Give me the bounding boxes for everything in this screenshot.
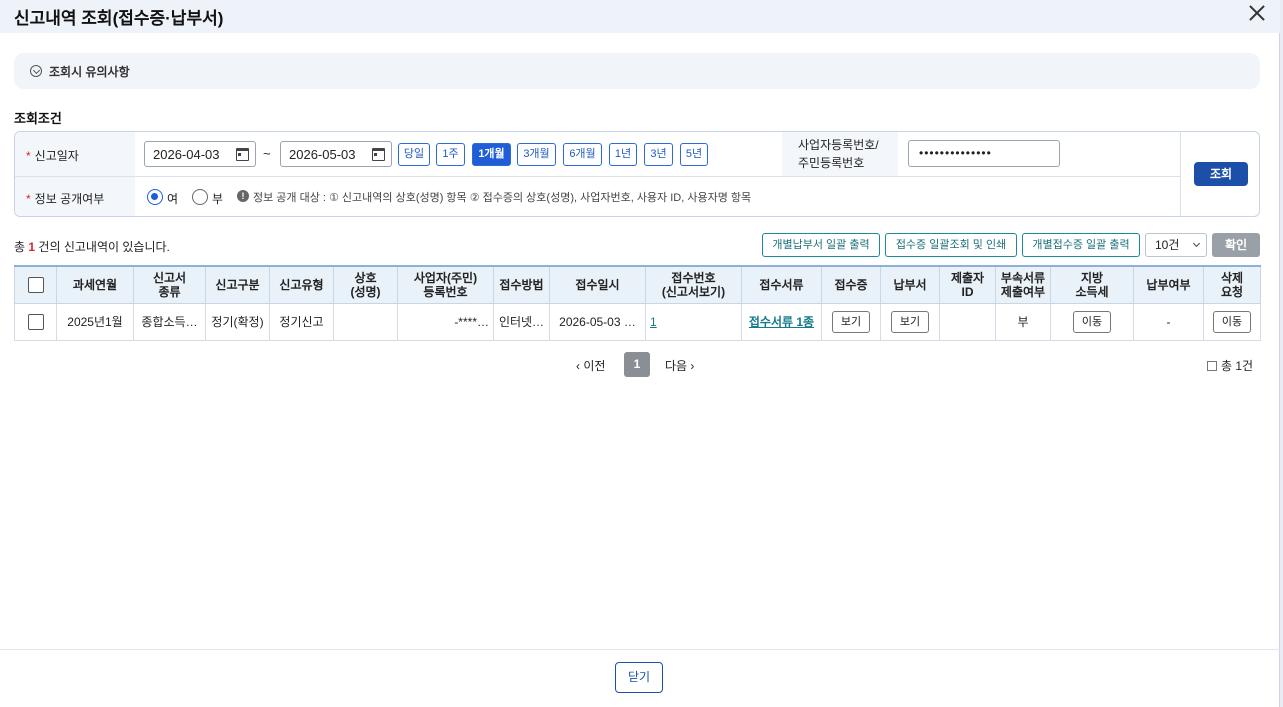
cell-method: 인터넷… (493, 302, 550, 341)
col-header: 접수번호 (신고서보기) (645, 265, 742, 304)
cell-paid: - (1133, 302, 1204, 341)
col-header: 사업자(주민) 등록번호 (397, 265, 494, 304)
cell-docs: 접수서류 1종 (741, 302, 822, 341)
period-button-5year[interactable]: 5년 (680, 143, 708, 166)
close-icon[interactable] (1246, 2, 1268, 24)
biz-no-input[interactable]: •••••••••••••• (908, 140, 1060, 167)
col-header: 납부서 (880, 265, 940, 304)
notice-toggle[interactable]: 조회시 유의사항 (14, 53, 1260, 89)
period-button-6month[interactable]: 6개월 (563, 143, 602, 166)
notice-label: 조회시 유의사항 (49, 65, 130, 79)
page-size-select[interactable]: 10건 (1145, 233, 1207, 257)
col-header: 신고구분 (205, 265, 270, 304)
cell-local-tax: 이동 (1050, 302, 1134, 341)
period-button-1week[interactable]: 1주 (436, 143, 465, 166)
col-header: 신고유형 (269, 265, 334, 304)
chevron-down-icon (1192, 239, 1201, 248)
cell-name (333, 302, 398, 341)
search-conditions: * 신고일자 2026-04-03 ~ 2026-05-03 당일 1주 1개월 … (14, 131, 1260, 217)
cell-attached: 부 (995, 302, 1051, 341)
receipt-view-print-button[interactable]: 접수증 일괄조회 및 인쇄 (885, 233, 1017, 257)
cell-submitter (939, 302, 996, 341)
document-icon (1207, 361, 1217, 371)
close-button[interactable]: 닫기 (615, 662, 663, 693)
period-button-1month[interactable]: 1개월 (472, 143, 511, 166)
col-header: 제출자 ID (939, 265, 996, 304)
receipt-view-button[interactable]: 보기 (831, 310, 871, 333)
dialog: 신고내역 조회(접수증·납부서) 조회시 유의사항 조회조건 * 신고일자 202… (0, 0, 1280, 707)
confirm-button[interactable]: 확인 (1212, 233, 1260, 257)
col-header: 지방 소득세 (1050, 265, 1134, 304)
cell-delete: 이동 (1203, 302, 1261, 341)
dialog-title: 신고내역 조회(접수증·납부서) (14, 9, 224, 28)
col-header: 접수방법 (493, 265, 550, 304)
cell-receipt: 보기 (821, 302, 881, 341)
result-summary: 총 1 건의 신고내역이 있습니다. (14, 240, 170, 254)
receipt-print-button[interactable]: 개별접수증 일괄 출력 (1022, 233, 1140, 257)
period-button-today[interactable]: 당일 (398, 143, 430, 166)
local-tax-move-button[interactable]: 이동 (1072, 310, 1112, 333)
col-header: 납부여부 (1133, 265, 1204, 304)
cell-category: 정기(확정) (205, 302, 270, 341)
report-table: 과세연월 신고서 종류 신고구분 신고유형 상호 (성명) 사업자(주민) 등록번호 … (14, 265, 1261, 341)
select-all-cell (14, 265, 57, 304)
delete-request-button[interactable]: 이동 (1212, 310, 1252, 333)
section-title: 조회조건 (14, 111, 62, 126)
range-separator: ~ (263, 146, 271, 161)
radio-public-yes[interactable] (147, 189, 163, 205)
start-date-input[interactable]: 2026-04-03 (144, 141, 256, 167)
calendar-icon[interactable] (236, 148, 249, 161)
period-button-1year[interactable]: 1년 (609, 143, 637, 166)
col-header: 삭제 요청 (1203, 265, 1261, 304)
col-header: 상호 (성명) (333, 265, 398, 304)
radio-yes-label[interactable]: 여 (167, 190, 178, 207)
chevron-down-icon (30, 65, 42, 77)
end-date-input[interactable]: 2026-05-03 (280, 141, 392, 167)
cell-receipt-no: 1 (645, 302, 742, 341)
pay-slip-print-button[interactable]: 개별납부서 일괄 출력 (762, 233, 880, 257)
cell-datetime: 2026-05-03 … (549, 302, 646, 341)
dialog-header: 신고내역 조회(접수증·납부서) (0, 0, 1280, 33)
next-page-button[interactable]: 다음 › (665, 357, 694, 374)
cell-kind: 정기신고 (269, 302, 334, 341)
payment-view-button[interactable]: 보기 (890, 310, 930, 333)
radio-no-label[interactable]: 부 (212, 190, 223, 207)
biz-no-label: 사업자등록번호/ 주민등록번호 (798, 138, 879, 170)
info-icon: ! (237, 190, 249, 202)
col-header: 접수서류 (741, 265, 822, 304)
period-button-3year[interactable]: 3년 (644, 143, 673, 166)
cell-type: 종합소득… (133, 302, 206, 341)
table-header-row: 과세연월 신고서 종류 신고구분 신고유형 상호 (성명) 사업자(주민) 등록번호 … (14, 265, 1261, 304)
col-header: 과세연월 (56, 265, 134, 304)
cell-reg-no: -****… (397, 302, 494, 341)
row-checkbox[interactable] (27, 313, 44, 330)
prev-page-button[interactable]: ‹ 이전 (576, 357, 605, 374)
docs-link[interactable]: 접수서류 1종 (749, 315, 814, 329)
cell-period: 2025년1월 (56, 302, 134, 341)
public-label: * 정보 공개여부 (26, 192, 105, 206)
table-row: 2025년1월 종합소득… 정기(확정) 정기신고 -****… 인터넷… 20… (14, 302, 1261, 341)
search-button[interactable]: 조회 (1194, 162, 1248, 186)
cell-payment: 보기 (880, 302, 940, 341)
period-button-3month[interactable]: 3개월 (517, 143, 556, 166)
col-header: 접수증 (821, 265, 881, 304)
select-all-checkbox[interactable] (27, 276, 44, 293)
total-count: 총 1건 (1207, 357, 1253, 374)
col-header: 신고서 종류 (133, 265, 206, 304)
report-date-label: * 신고일자 (26, 149, 79, 163)
page-current[interactable]: 1 (624, 352, 650, 377)
col-header: 부속서류 제출여부 (995, 265, 1051, 304)
radio-public-no[interactable] (192, 189, 208, 205)
col-header: 접수일시 (549, 265, 646, 304)
info-text: 정보 공개 대상 : ① 신고내역의 상호(성명) 항목 ② 접수증의 상호(성… (253, 192, 752, 204)
receipt-no-link[interactable]: 1 (650, 315, 657, 329)
calendar-icon[interactable] (372, 148, 385, 161)
